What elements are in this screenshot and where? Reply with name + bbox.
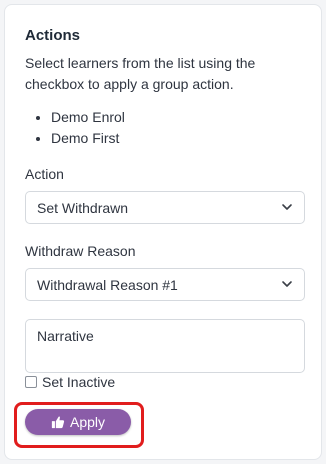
panel-description: Select learners from the list using the … xyxy=(25,55,256,92)
action-label: Action xyxy=(25,166,64,182)
panel-title: Actions xyxy=(25,27,81,44)
actions-panel: Actions Select learners from the list us… xyxy=(4,4,322,460)
chevron-down-icon xyxy=(282,281,292,287)
list-item: Demo Enrol xyxy=(51,107,125,128)
narrative-textarea[interactable]: Narrative xyxy=(25,319,305,373)
list-item: Demo First xyxy=(51,128,125,149)
apply-button[interactable]: Apply xyxy=(25,409,131,435)
chevron-down-icon xyxy=(282,204,292,210)
thumbs-up-icon xyxy=(51,416,65,429)
selected-learner-list: Demo Enrol Demo First xyxy=(25,107,125,149)
action-select-value: Set Withdrawn xyxy=(37,200,129,216)
set-inactive-row[interactable]: Set Inactive xyxy=(25,374,115,390)
withdraw-reason-select-value: Withdrawal Reason #1 xyxy=(37,277,178,293)
set-inactive-label[interactable]: Set Inactive xyxy=(42,374,115,390)
withdraw-reason-label: Withdraw Reason xyxy=(25,243,136,259)
apply-button-label: Apply xyxy=(69,414,106,430)
withdraw-reason-select[interactable]: Withdrawal Reason #1 xyxy=(25,268,305,301)
action-select[interactable]: Set Withdrawn xyxy=(25,191,305,224)
set-inactive-checkbox[interactable] xyxy=(25,376,37,388)
narrative-placeholder: Narrative xyxy=(37,328,94,344)
